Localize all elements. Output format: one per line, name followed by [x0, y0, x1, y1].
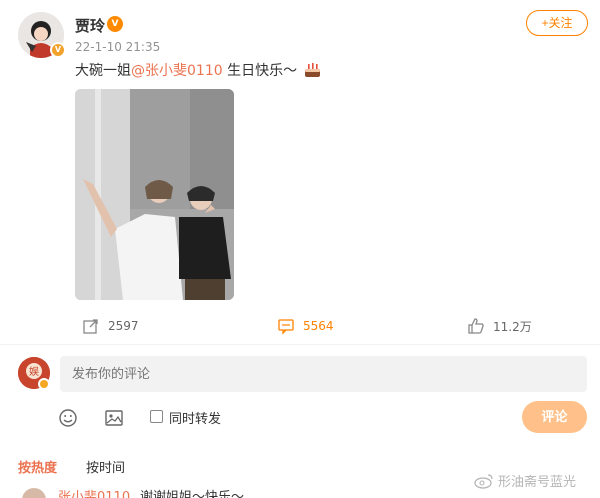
tab-sort-by-time[interactable]: 按时间	[86, 457, 125, 476]
verified-badge-icon	[38, 378, 50, 390]
like-action[interactable]: 11.2万	[467, 313, 532, 339]
follow-button[interactable]: +关注	[526, 10, 588, 36]
mention-link[interactable]: @张小斐0110	[131, 63, 223, 79]
comment-text: 谢谢姐姐～快乐～	[140, 490, 245, 498]
repost-checkbox-label[interactable]: 同时转发	[169, 408, 221, 427]
repost-count: 2597	[108, 319, 139, 333]
weibo-post-card: V 贾玲 V 22-1-10 21:35 +关注 大碗一姐@张小斐0110 生日…	[0, 0, 600, 345]
comment-action[interactable]: 5564	[277, 313, 334, 339]
comment-input[interactable]	[60, 356, 587, 392]
weibo-logo-icon	[474, 473, 493, 489]
post-photo[interactable]	[75, 89, 234, 300]
submit-comment-button[interactable]: 评论	[522, 401, 587, 433]
repost-action[interactable]: 2597	[82, 313, 139, 339]
tab-sort-by-hot[interactable]: 按热度	[18, 457, 57, 476]
svg-text:娱: 娱	[29, 365, 39, 378]
thumbs-up-icon	[468, 318, 484, 334]
comment-icon	[278, 319, 294, 335]
post-text-prefix: 大碗一姐	[75, 63, 131, 79]
repost-checkbox[interactable]	[150, 410, 163, 423]
post-timestamp[interactable]: 22-1-10 21:35	[75, 40, 160, 54]
post-author-name[interactable]: 贾玲	[75, 15, 105, 36]
commenter-avatar[interactable]	[22, 488, 46, 498]
birthday-cake-icon	[304, 63, 320, 77]
commenter-name[interactable]: 张小斐0110	[58, 486, 130, 498]
like-count: 11.2万	[493, 319, 532, 334]
image-upload-icon[interactable]	[104, 408, 124, 428]
watermark-text: 形油斋号蓝光	[498, 475, 577, 490]
comment-count: 5564	[303, 319, 334, 333]
post-text: 大碗一姐@张小斐0110 生日快乐～	[75, 60, 321, 80]
verified-badge-icon: V	[50, 42, 66, 58]
emoji-icon[interactable]	[58, 408, 78, 428]
vip-member-icon: V	[107, 16, 123, 32]
post-text-suffix: 生日快乐～	[222, 63, 298, 79]
repost-icon	[83, 319, 98, 334]
watermark: 形油斋号蓝光	[474, 471, 576, 490]
